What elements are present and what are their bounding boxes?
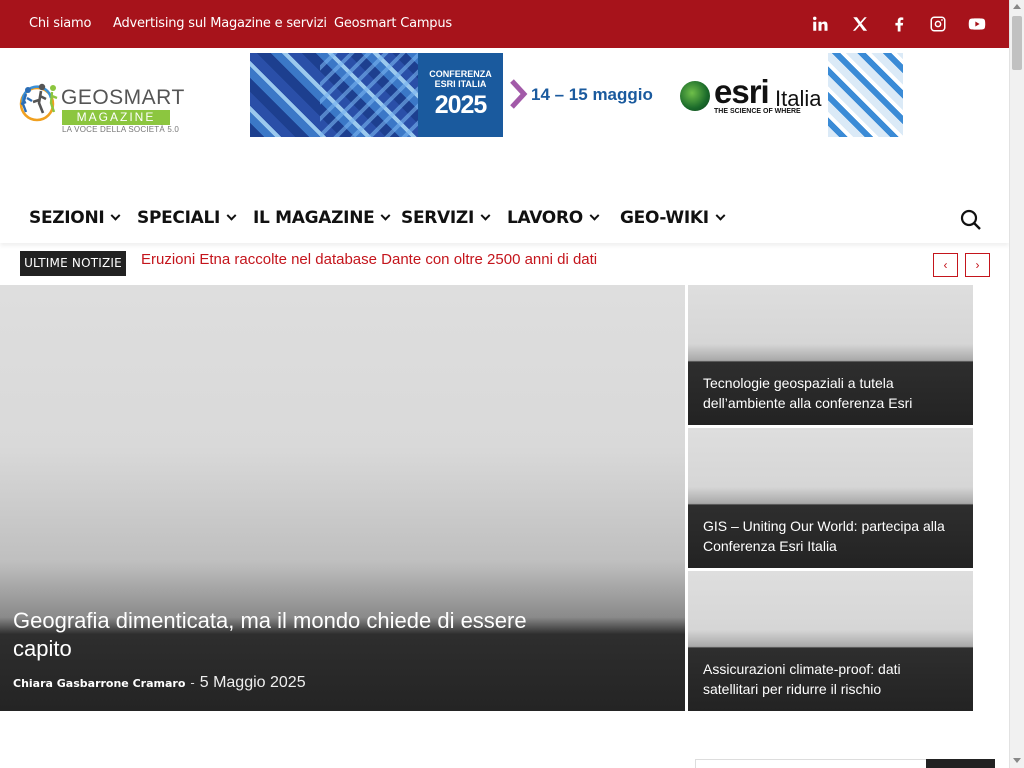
featured-article[interactable]: Geografia dimenticata, ma il mondo chied… — [0, 285, 685, 711]
facebook-icon[interactable] — [887, 12, 911, 36]
chevron-right-icon: › — [975, 258, 980, 272]
banner-image-right — [828, 53, 903, 137]
sidebar-search-button[interactable] — [926, 759, 995, 768]
chevron-down-icon — [110, 210, 121, 221]
x-twitter-icon[interactable] — [848, 12, 872, 36]
featured-author[interactable]: Chiara Gasbarrone Cramaro — [13, 677, 185, 690]
scroll-up-arrow-icon[interactable] — [1013, 4, 1021, 9]
featured-title[interactable]: Geografia dimenticata, ma il mondo chied… — [13, 607, 553, 663]
esri-globe-icon — [680, 81, 710, 111]
logo-subtitle: MAGAZINE — [76, 110, 156, 124]
chevron-down-icon — [480, 210, 491, 221]
nav-item-label: LAVORO — [507, 208, 583, 228]
nav-item-label: SPECIALI — [137, 208, 221, 228]
chevron-right-icon — [510, 79, 528, 109]
youtube-icon[interactable] — [965, 12, 989, 36]
nav-item-label: IL MAGAZINE — [253, 208, 375, 228]
scroll-down-arrow-icon[interactable] — [1013, 758, 1021, 763]
chevron-down-icon — [381, 210, 391, 221]
search-icon[interactable] — [960, 209, 982, 231]
nav-item-geo-wiki[interactable]: GEO-WIKI — [620, 208, 726, 228]
chevron-down-icon — [226, 210, 237, 221]
chevron-down-icon — [715, 210, 726, 221]
instagram-icon[interactable] — [926, 12, 950, 36]
banner-image-overlay — [320, 53, 418, 137]
ticker-prev-button[interactable]: ‹ — [933, 253, 958, 277]
nav-item-label: SEZIONI — [29, 208, 105, 228]
banner-year: 2025 — [434, 91, 488, 119]
nav-item-label: GEO-WIKI — [620, 208, 709, 228]
top-link-advertising[interactable]: Advertising sul Magazine e servizi — [113, 16, 327, 31]
page-scrollbar[interactable] — [1009, 0, 1024, 768]
banner-brand: esri — [714, 73, 770, 110]
sidebar-search-input[interactable] — [695, 759, 927, 768]
nav-item-label: SERVIZI — [401, 208, 474, 228]
side-article-title[interactable]: Tecnologie geospaziali a tutela dell’amb… — [703, 373, 953, 413]
nav-item-speciali[interactable]: SPECIALI — [137, 208, 237, 228]
side-article[interactable]: Tecnologie geospaziali a tutela dell’amb… — [688, 285, 973, 425]
banner-conference-box: CONFERENZA ESRI ITALIA 2025 — [418, 53, 503, 137]
site-logo[interactable]: GEOSMART MAGAZINE LA VOCE DELLA SOCIETÀ … — [14, 82, 184, 138]
logo-runners-icon — [19, 83, 58, 122]
nav-item-il-magazine[interactable]: IL MAGAZINE — [253, 208, 391, 228]
logo-title: GEOSMART — [61, 86, 185, 109]
side-article-title[interactable]: GIS – Uniting Our World: partecipa alla … — [703, 516, 953, 556]
chevron-left-icon: ‹ — [943, 258, 948, 272]
side-article[interactable]: Assicurazioni climate-proof: dati satell… — [688, 571, 973, 711]
linkedin-icon[interactable] — [808, 12, 832, 36]
featured-date: 5 Maggio 2025 — [199, 674, 306, 691]
top-bar: Chi siamo Advertising sul Magazine e ser… — [0, 0, 1009, 48]
nav-item-servizi[interactable]: SERVIZI — [401, 208, 491, 228]
ticker-headline[interactable]: Eruzioni Etna raccolte nel database Dant… — [141, 251, 597, 269]
banner-dates: 14 – 15 maggio — [531, 85, 653, 104]
logo-tagline: LA VOCE DELLA SOCIETÀ 5.0 — [62, 125, 180, 134]
side-article[interactable]: GIS – Uniting Our World: partecipa alla … — [688, 428, 973, 568]
ticker-label: ULTIME NOTIZIE — [20, 251, 126, 276]
banner-slogan: THE SCIENCE OF WHERE — [714, 108, 801, 115]
nav-item-lavoro[interactable]: LAVORO — [507, 208, 600, 228]
ticker-next-button[interactable]: › — [965, 253, 990, 277]
top-link-geosmart-campus[interactable]: Geosmart Campus — [334, 16, 452, 31]
main-nav: SEZIONI SPECIALI IL MAGAZINE SERVIZI LAV… — [0, 195, 1009, 243]
chevron-down-icon — [589, 210, 600, 221]
side-article-title[interactable]: Assicurazioni climate-proof: dati satell… — [703, 659, 953, 699]
scrollbar-thumb[interactable] — [1012, 16, 1022, 70]
top-link-chi-siamo[interactable]: Chi siamo — [29, 16, 91, 31]
meta-separator: - — [190, 675, 195, 690]
featured-meta: Chiara Gasbarrone Cramaro - 5 Maggio 202… — [13, 674, 306, 692]
ad-banner[interactable]: CONFERENZA ESRI ITALIA 2025 14 – 15 magg… — [250, 53, 903, 137]
nav-item-sezioni[interactable]: SEZIONI — [29, 208, 121, 228]
banner-conference-text: CONFERENZA ESRI ITALIA — [429, 69, 492, 89]
